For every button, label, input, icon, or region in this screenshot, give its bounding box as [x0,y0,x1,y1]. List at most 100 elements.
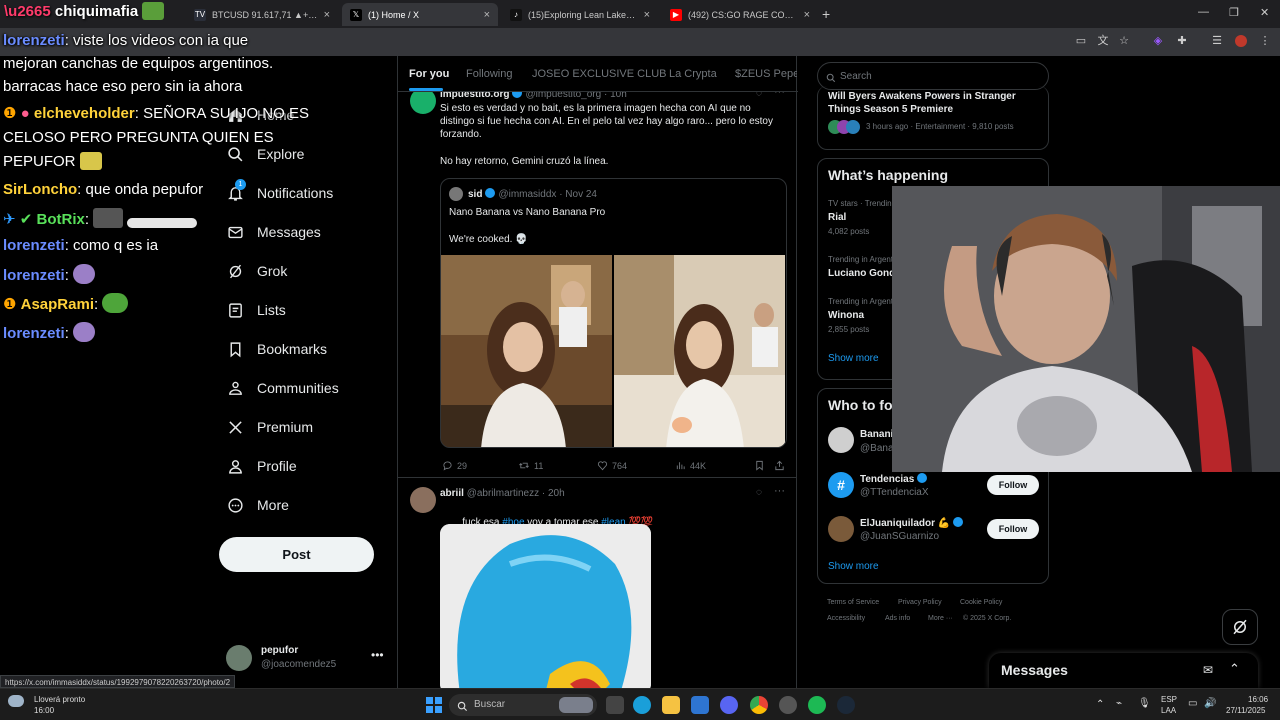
edge-icon[interactable] [633,696,651,714]
tab-for-you[interactable]: For you [409,68,449,80]
microphone-icon[interactable]: 🎙 [1138,698,1151,709]
network-icon[interactable]: ⌁ [1116,698,1122,709]
tweet-media[interactable] [440,524,651,688]
repost-button[interactable]: 11 [518,460,543,471]
volume-icon[interactable]: 🔊 [1204,698,1216,709]
account-switcher[interactable]: pepufor @joacomendez5 ••• [226,642,386,676]
active-tab-indicator [409,88,443,91]
grok-icon[interactable]: ◌ [756,92,762,99]
youtube-icon: ▶ [670,8,682,21]
more-dots-icon[interactable]: ··· [774,92,785,98]
notification-count-badge: 1 [235,179,246,190]
nav-lists[interactable]: Lists [226,297,286,323]
chat-message: lorenzeti: viste los videos con ia que [3,32,249,49]
tab-tiktok[interactable]: ♪ (15)Exploring Lean Lake in Fortn... × [502,3,658,26]
nav-more[interactable]: More [226,492,289,518]
nav-communities[interactable]: Communities [226,375,339,401]
tweet-1[interactable]: impuestito.org @impuestito_org · 10h ◌ ··… [398,92,796,478]
verified-badge-icon [953,517,964,527]
show-more-link[interactable]: Show more [828,353,879,364]
pepe-emote-icon [102,293,129,313]
cast-icon[interactable]: ▭ [1075,35,1087,47]
chat-message: barracas hace eso pero sin ia ahora [3,78,243,95]
chevron-up-icon[interactable]: ⌃ [1096,699,1104,710]
discord-icon[interactable] [720,696,738,714]
close-window-icon[interactable]: ✕ [1260,6,1269,19]
extension-icon[interactable]: ◈ [1152,35,1164,47]
quote-header: sid @immasiddx · Nov 24 [468,188,597,200]
reply-button[interactable]: 29 [442,460,467,471]
nav-bookmarks[interactable]: Bookmarks [226,336,327,362]
browser-tab-bar: \u2665 chiquimafia TV BTCUSD 91.617,71 ▲… [0,0,1280,28]
taskbar-search[interactable]: Buscar [449,694,597,716]
close-tab-icon[interactable]: × [484,9,490,21]
display-icon[interactable]: ▭ [1188,698,1197,709]
cloud-rain-icon [8,695,24,707]
new-tab-button[interactable]: + [822,6,830,22]
close-tab-icon[interactable]: × [804,9,810,21]
profile-avatar-icon[interactable] [1235,35,1247,47]
views-button[interactable]: 44K [675,460,706,471]
tab-zeus-pepes[interactable]: $ZEUS Pepe's [735,68,797,80]
file-explorer-icon[interactable] [662,696,680,714]
chrome-icon[interactable] [750,696,768,714]
follow-button[interactable]: Follow [987,475,1039,495]
weather-widget[interactable]: Lloverá pronto 16:00 [8,693,128,717]
nav-grok[interactable]: Grok [226,258,287,284]
tab-la-crypta[interactable]: La Crypta [669,68,717,80]
nav-premium[interactable]: Premium [226,414,313,440]
tab-following[interactable]: Following [466,68,512,80]
grok-floating-button[interactable] [1222,609,1258,645]
quoted-tweet[interactable]: sid @immasiddx · Nov 24 Nano Banana vs Na… [440,178,787,448]
avatar [410,92,436,114]
kebab-menu-icon[interactable]: ⋮ [1259,35,1271,47]
like-button[interactable]: 764 [597,460,627,471]
nav-messages[interactable]: Messages [226,219,321,245]
close-tab-icon[interactable]: × [324,9,330,21]
sidebar-icon[interactable]: ☰ [1211,35,1223,47]
chat-channel-label: \u2665 chiquimafia [4,2,165,20]
spotify-icon[interactable] [808,696,826,714]
chat-message: lorenzeti: como q es ia [3,237,159,254]
chrome-alt-icon[interactable] [779,696,797,714]
nav-profile[interactable]: Profile [226,453,297,479]
tab-home-x[interactable]: 𝕏 (1) Home / X × [342,3,498,26]
more-dots-icon[interactable]: ••• [371,648,384,662]
photo-left[interactable] [441,255,612,447]
maximize-icon[interactable]: ❐ [1229,6,1239,19]
follow-button[interactable]: Follow [987,519,1039,539]
search-icon [226,145,244,163]
grok-icon[interactable]: ◌ [756,487,762,498]
puzzle-icon[interactable]: ✚ [1176,35,1188,47]
bookmark-button[interactable] [754,460,769,471]
chevron-up-icon[interactable]: ⌃ [1229,661,1240,677]
face-emote-icon [93,208,124,228]
minimize-icon[interactable]: — [1198,6,1209,18]
steam-icon[interactable] [837,696,855,714]
show-more-link[interactable]: Show more [828,561,879,572]
chat-message: lorenzeti: [3,264,96,284]
messages-dock[interactable]: Messages ✉ ⌃ [989,653,1258,688]
translate-icon[interactable]: 文 [1097,35,1109,47]
mail-icon [226,223,244,241]
tab-btcusd[interactable]: TV BTCUSD 91.617,71 ▲+1.28% Sin... × [186,3,338,26]
chat-message: PEPUFOR [3,152,102,170]
more-dots-icon[interactable]: ··· [774,485,785,497]
tweet-2[interactable]: abriil @abrilmartinezz · 20h ◌ ··· fuck … [398,479,796,688]
post-button[interactable]: Post [219,537,374,572]
timeline-tabs: For you Following JOSEO EXCLUSIVE CLUB L… [398,56,798,92]
photo-right[interactable] [614,255,785,447]
news-card[interactable]: Will Byers Awakens Powers in Stranger Th… [817,86,1049,150]
share-button[interactable] [774,460,789,471]
tab-joseo-exclusive-club[interactable]: JOSEO EXCLUSIVE CLUB [532,68,667,80]
start-button[interactable] [426,697,442,713]
store-icon[interactable] [691,696,709,714]
tab-youtube[interactable]: ▶ (492) CS:GO RAGE COMPILATIO... × [662,3,818,26]
timeline-column: For you Following JOSEO EXCLUSIVE CLUB L… [397,56,798,688]
bookmark-star-icon[interactable]: ☆ [1118,35,1130,47]
task-view-icon[interactable] [606,696,624,714]
close-tab-icon[interactable]: × [644,9,650,21]
nav-notifications[interactable]: 1 Notifications [226,179,333,206]
new-message-icon[interactable]: ✉ [1203,663,1213,677]
news-title: Will Byers Awakens Powers in Stranger Th… [828,91,1016,115]
